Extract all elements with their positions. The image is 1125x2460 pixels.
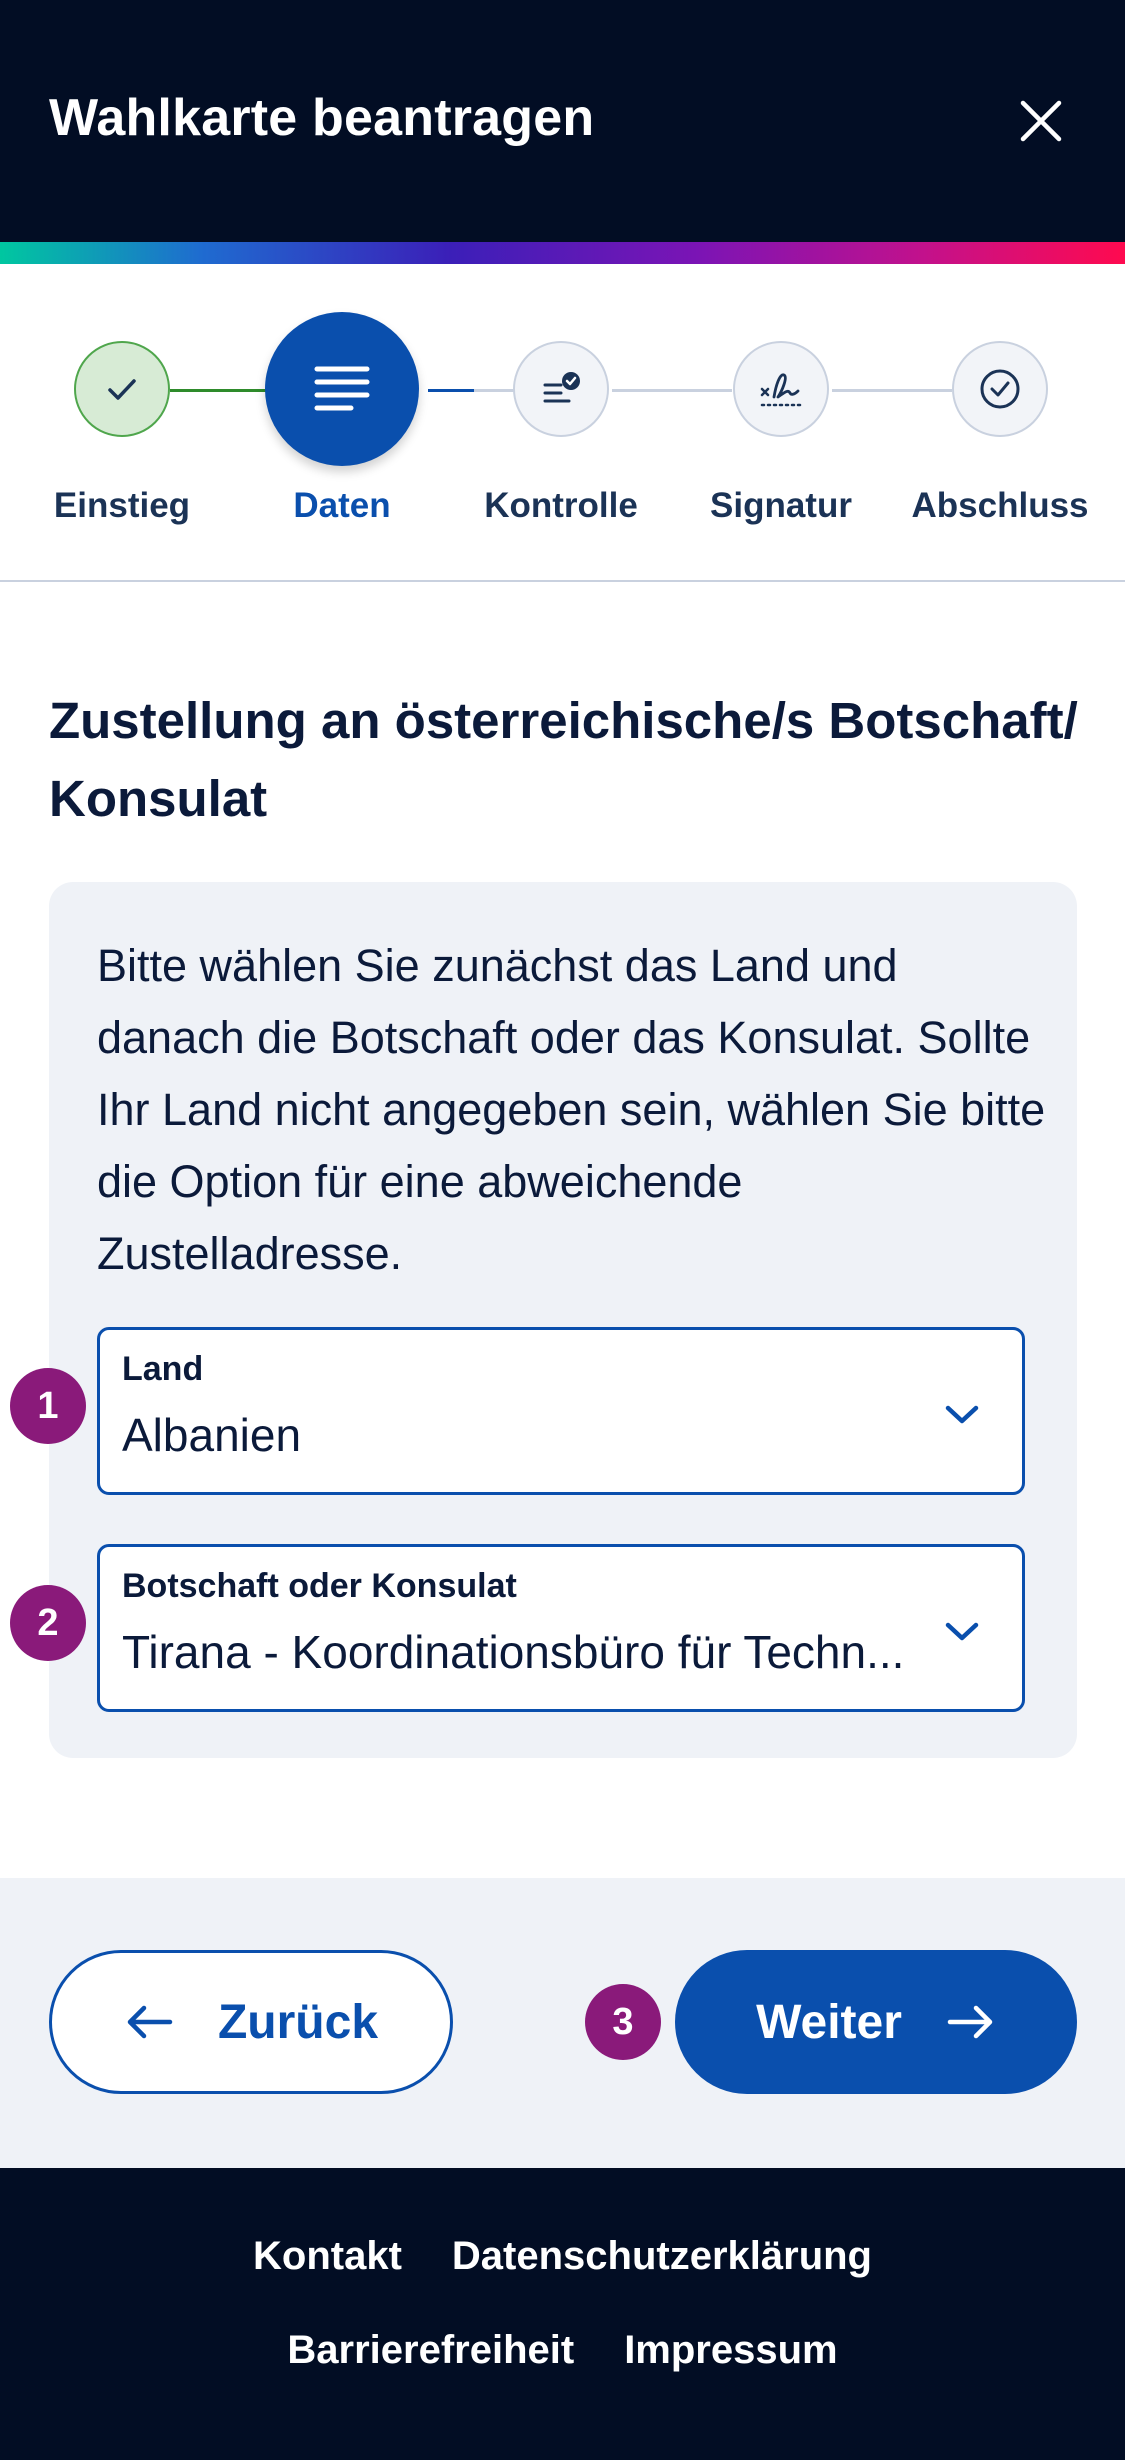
arrow-right-icon	[947, 2005, 993, 2039]
embassy-select-value: Tirana - Koordinationsbüro für Techn...	[122, 1626, 905, 1678]
step-connector-done	[170, 389, 268, 392]
step-abschluss	[952, 341, 1048, 437]
app-header: Wahlkarte beantragen	[0, 0, 1125, 242]
main-content: Zustellung an österreichische/s Botschaf…	[0, 582, 1125, 1878]
next-button[interactable]: Weiter	[675, 1950, 1077, 2094]
step-label-abschluss: Abschluss	[911, 486, 1089, 525]
lines-icon	[314, 366, 370, 411]
footer-link-kontakt[interactable]: Kontakt	[253, 2234, 402, 2279]
country-select-label: Land	[122, 1350, 204, 1388]
info-card: Bitte wählen Sie zunächst das Land und d…	[49, 882, 1077, 1758]
arrow-left-icon	[127, 2005, 173, 2039]
step-connector	[474, 389, 514, 392]
list-check-icon	[543, 372, 580, 403]
section-title: Zustellung an österreichische/s Botschaf…	[49, 692, 1078, 827]
footer-links-row-2: Barrierefreiheit Impressum	[0, 2328, 1125, 2373]
close-button[interactable]	[1010, 90, 1072, 152]
step-signatur	[733, 341, 829, 437]
page-title: Wahlkarte beantragen	[49, 89, 595, 147]
site-footer: Kontakt Datenschutzerklärung Barrierefre…	[0, 2168, 1125, 2460]
next-button-label: Weiter	[756, 1995, 902, 2049]
step-label-signatur: Signatur	[710, 486, 852, 525]
step-connector	[832, 389, 952, 392]
circle-check-icon	[980, 369, 1020, 409]
instruction-text: Bitte wählen Sie zunächst das Land und d…	[97, 940, 1046, 1279]
back-button-label: Zurück	[217, 1995, 379, 2049]
step-connector-active	[428, 389, 474, 392]
signature-icon	[760, 373, 802, 407]
step-kontrolle	[513, 341, 609, 437]
step-label-einstieg: Einstieg	[53, 486, 191, 525]
step-daten	[265, 312, 419, 466]
annotation-badge-3: 3	[585, 1984, 661, 2060]
step-einstieg	[74, 341, 170, 437]
chevron-down-icon	[945, 1622, 979, 1641]
annotation-badge-2: 2	[10, 1585, 86, 1661]
progress-stepper: Einstieg Daten Kontrolle Signatur Abschl…	[0, 264, 1125, 582]
check-icon	[108, 379, 136, 400]
brand-gradient-bar	[0, 242, 1125, 264]
embassy-select-label: Botschaft oder Konsulat	[122, 1567, 517, 1605]
footer-link-impressum[interactable]: Impressum	[624, 2328, 837, 2373]
back-button[interactable]: Zurück	[49, 1950, 453, 2094]
step-label-daten: Daten	[293, 486, 391, 525]
step-label-kontrolle: Kontrolle	[484, 486, 638, 525]
step-connector	[612, 389, 732, 392]
chevron-down-icon	[945, 1405, 979, 1424]
footer-link-datenschutz[interactable]: Datenschutzerklärung	[452, 2234, 872, 2279]
action-bar: Zurück 3 Weiter	[0, 1878, 1125, 2168]
footer-link-barrierefreiheit[interactable]: Barrierefreiheit	[287, 2328, 574, 2373]
close-icon	[1020, 100, 1062, 142]
embassy-select[interactable]: Botschaft oder Konsulat Tirana - Koordin…	[97, 1544, 1025, 1712]
country-select[interactable]: Land Albanien	[97, 1327, 1025, 1495]
country-select-value: Albanien	[122, 1409, 302, 1461]
annotation-badge-1: 1	[10, 1368, 86, 1444]
footer-links-row-1: Kontakt Datenschutzerklärung	[0, 2234, 1125, 2279]
